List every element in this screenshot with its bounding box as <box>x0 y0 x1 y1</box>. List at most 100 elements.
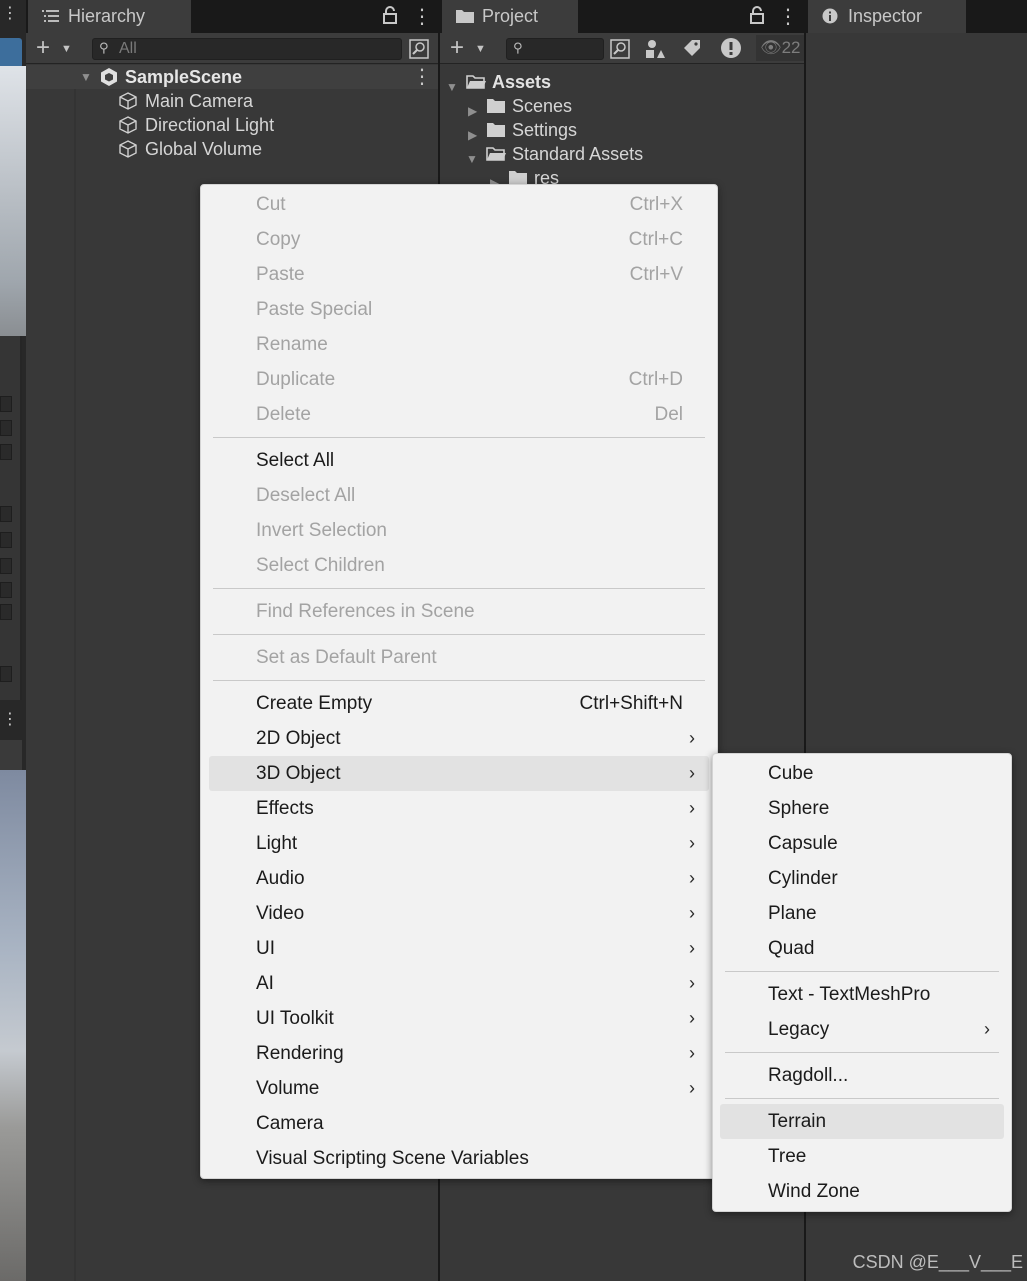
filter-by-type-icon[interactable] <box>644 38 666 60</box>
menu-item-select-all[interactable]: Select All <box>209 443 709 478</box>
overlay-field[interactable] <box>0 558 12 574</box>
menu-item-delete[interactable]: Delete Del <box>209 397 709 432</box>
menu-item-2d-object[interactable]: 2D Object › <box>209 721 709 756</box>
scene-search-icon[interactable] <box>409 39 429 59</box>
collapse-triangle-icon[interactable]: ▼ <box>466 147 478 171</box>
hierarchy-item[interactable]: Directional Light <box>118 113 274 137</box>
warning-filter-icon[interactable] <box>720 37 742 59</box>
menu-item-paste-special[interactable]: Paste Special <box>209 292 709 327</box>
submenu-item-text-textmeshpro[interactable]: Text - TextMeshPro <box>720 977 1004 1012</box>
scene-dropdown-button[interactable] <box>0 38 22 68</box>
menu-separator <box>213 437 705 438</box>
add-icon[interactable]: + <box>450 36 464 60</box>
submenu-item-capsule[interactable]: Capsule <box>720 826 1004 861</box>
collapse-triangle-icon[interactable]: ▼ <box>446 75 458 99</box>
more-options-icon[interactable]: ⋮ <box>2 6 18 22</box>
tab-label: Hierarchy <box>68 6 146 26</box>
scene-viewport-upper[interactable] <box>0 66 26 336</box>
overlay-field[interactable] <box>0 582 12 598</box>
menu-item-deselect-all[interactable]: Deselect All <box>209 478 709 513</box>
menu-item-visual-scripting-variables[interactable]: Visual Scripting Scene Variables <box>209 1141 709 1176</box>
hierarchy-item-label: Main Camera <box>145 91 254 111</box>
overlay-field[interactable] <box>0 444 12 460</box>
collapse-triangle-icon[interactable]: ▼ <box>80 70 92 84</box>
menu-item-paste[interactable]: Paste Ctrl+V <box>209 257 709 292</box>
asset-folder[interactable]: ▼ Standard Assets <box>466 142 643 166</box>
submenu-item-legacy[interactable]: Legacy › <box>720 1012 1004 1047</box>
scene-row[interactable]: ▼ SampleScene ⋮ <box>26 65 438 89</box>
gameobject-cube-icon <box>119 140 137 158</box>
menu-item-effects[interactable]: Effects › <box>209 791 709 826</box>
search-by-type-icon[interactable] <box>610 39 630 59</box>
add-icon[interactable]: + <box>36 36 50 60</box>
inspector-tabbar: Inspector <box>806 0 1027 33</box>
lock-icon[interactable] <box>750 6 764 24</box>
menu-item-ui[interactable]: UI › <box>209 931 709 966</box>
open-folder-icon <box>486 147 506 161</box>
menu-item-create-empty[interactable]: Create Empty Ctrl+Shift+N <box>209 686 709 721</box>
lock-icon[interactable] <box>383 6 397 24</box>
submenu-item-tree[interactable]: Tree <box>720 1139 1004 1174</box>
more-options-icon[interactable]: ⋮ <box>2 712 18 728</box>
menu-item-light[interactable]: Light › <box>209 826 709 861</box>
overlay-field[interactable] <box>0 666 12 682</box>
overlay-field[interactable] <box>0 396 12 412</box>
menu-separator <box>725 1098 999 1099</box>
menu-separator <box>213 634 705 635</box>
menu-item-set-default-parent[interactable]: Set as Default Parent <box>209 640 709 675</box>
label-tag-icon[interactable] <box>682 38 702 58</box>
submenu-item-sphere[interactable]: Sphere <box>720 791 1004 826</box>
submenu-item-cylinder[interactable]: Cylinder <box>720 861 1004 896</box>
game-viewport[interactable] <box>0 770 26 1281</box>
overlay-field[interactable] <box>0 532 12 548</box>
menu-item-duplicate[interactable]: Duplicate Ctrl+D <box>209 362 709 397</box>
hidden-packages-toggle[interactable]: 👁22 <box>756 35 804 61</box>
submenu-item-wind-zone[interactable]: Wind Zone <box>720 1174 1004 1209</box>
menu-item-find-references[interactable]: Find References in Scene <box>209 594 709 629</box>
hierarchy-item[interactable]: Main Camera <box>118 89 253 113</box>
menu-item-3d-object[interactable]: 3D Object › <box>209 756 709 791</box>
menu-item-ai[interactable]: AI › <box>209 966 709 1001</box>
menu-item-copy[interactable]: Copy Ctrl+C <box>209 222 709 257</box>
info-icon <box>822 8 838 24</box>
more-options-icon[interactable]: ⋮ <box>778 4 798 29</box>
asset-folder[interactable]: ▶ Scenes <box>466 94 572 118</box>
hierarchy-context-menu: Cut Ctrl+X Copy Ctrl+C Paste Ctrl+V Paste S… <box>200 184 718 1179</box>
menu-item-invert-selection[interactable]: Invert Selection <box>209 513 709 548</box>
menu-item-select-children[interactable]: Select Children <box>209 548 709 583</box>
view-dropdown-button[interactable] <box>0 740 22 770</box>
chevron-down-icon[interactable]: ▼ <box>475 39 486 59</box>
menu-item-volume[interactable]: Volume › <box>209 1071 709 1106</box>
asset-folder[interactable]: ▶ Settings <box>466 118 577 142</box>
menu-item-cut[interactable]: Cut Ctrl+X <box>209 187 709 222</box>
submenu-item-cube[interactable]: Cube <box>720 756 1004 791</box>
search-input[interactable]: ⚲ <box>506 38 604 60</box>
submenu-item-quad[interactable]: Quad <box>720 931 1004 966</box>
submenu-item-ragdoll[interactable]: Ragdoll... <box>720 1058 1004 1093</box>
hierarchy-item[interactable]: Global Volume <box>118 137 262 161</box>
menu-item-ui-toolkit[interactable]: UI Toolkit › <box>209 1001 709 1036</box>
chevron-down-icon[interactable]: ▼ <box>61 39 72 59</box>
menu-item-rename[interactable]: Rename <box>209 327 709 362</box>
chevron-right-icon: › <box>689 868 695 888</box>
more-options-icon[interactable]: ⋮ <box>412 65 432 89</box>
asset-folder-assets[interactable]: ▼ Assets <box>446 70 551 94</box>
chevron-right-icon: › <box>689 1043 695 1063</box>
chevron-right-icon: › <box>689 1078 695 1098</box>
tab-project[interactable]: Project <box>442 0 578 33</box>
menu-item-camera[interactable]: Camera <box>209 1106 709 1141</box>
menu-item-rendering[interactable]: Rendering › <box>209 1036 709 1071</box>
search-input[interactable]: ⚲ All <box>92 38 402 60</box>
tab-inspector[interactable]: Inspector <box>808 0 966 33</box>
overlay-field[interactable] <box>0 506 12 522</box>
submenu-item-plane[interactable]: Plane <box>720 896 1004 931</box>
chevron-right-icon: › <box>689 728 695 748</box>
menu-item-video[interactable]: Video › <box>209 896 709 931</box>
submenu-item-terrain[interactable]: Terrain <box>720 1104 1004 1139</box>
tab-hierarchy[interactable]: Hierarchy <box>28 0 191 33</box>
menu-separator <box>213 680 705 681</box>
more-options-icon[interactable]: ⋮ <box>412 4 432 29</box>
overlay-field[interactable] <box>0 420 12 436</box>
menu-item-audio[interactable]: Audio › <box>209 861 709 896</box>
overlay-field[interactable] <box>0 604 12 620</box>
